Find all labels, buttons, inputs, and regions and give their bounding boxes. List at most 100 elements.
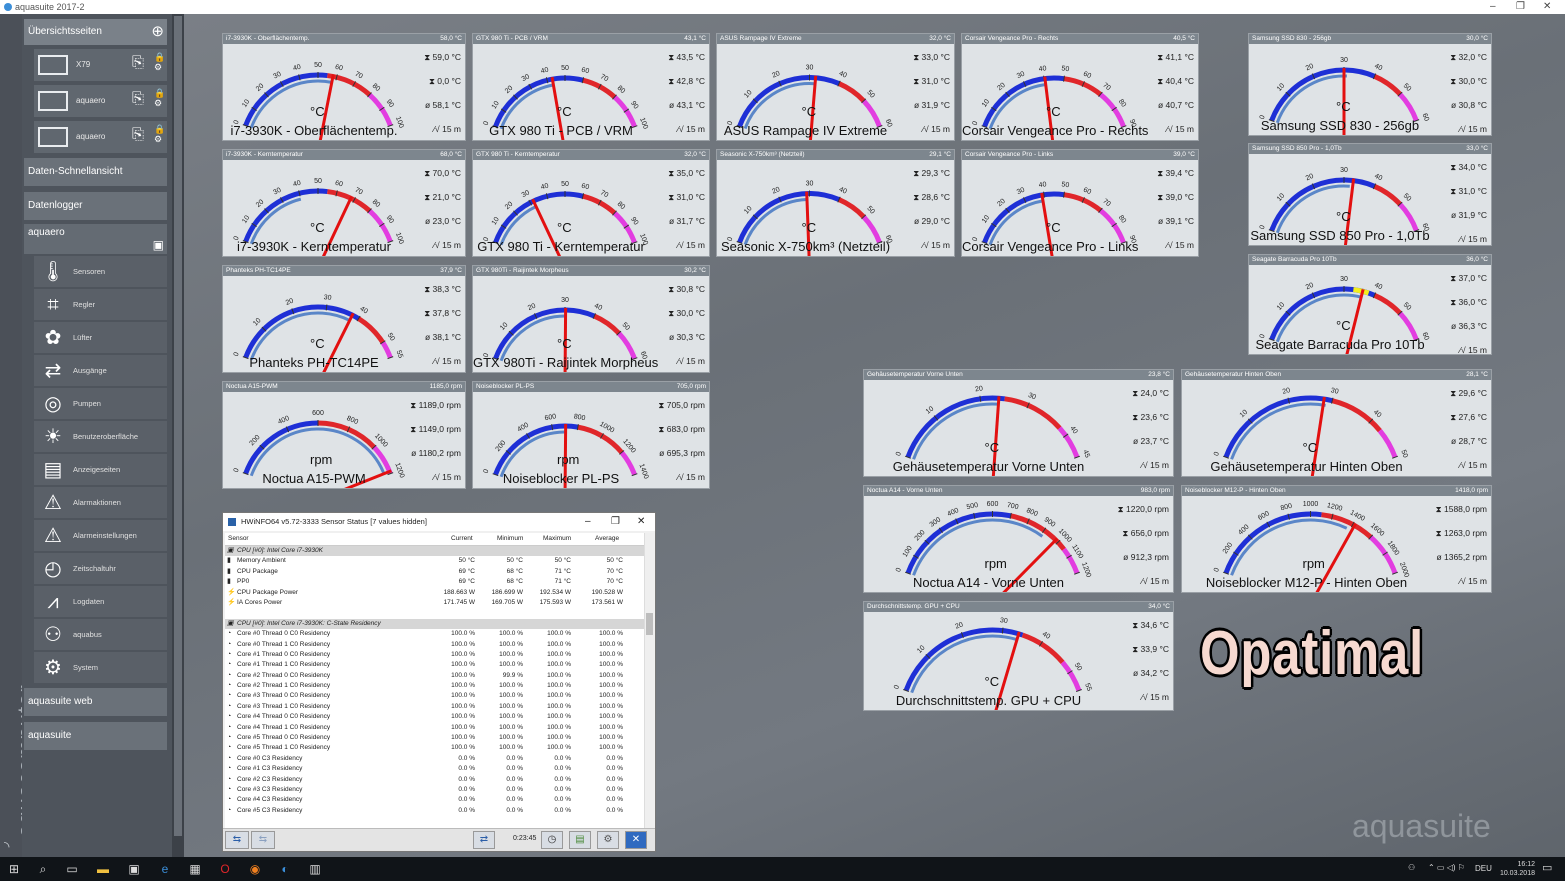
gauge-g19[interactable]: Noiseblocker M12-P - Hinten Oben 1418,0 r… (1181, 485, 1492, 593)
gauge-g13[interactable]: Seagate Barracuda Pro 10Tb 36,0 °C 0 10 20 30… (1248, 254, 1492, 355)
sensor-row[interactable]: Core #2 Thread 1 C0 Residency 100.0 % 100.… (225, 681, 645, 691)
opera-icon[interactable]: O (217, 861, 233, 877)
sensor-row[interactable]: Core #4 Thread 0 C0 Residency 100.0 % 100.… (225, 712, 645, 722)
notification-icon[interactable]: ▭ (1542, 861, 1552, 874)
sidebar-item-ausgänge[interactable]: ⇄ Ausgänge (34, 355, 167, 386)
nav-left-right-icon[interactable]: ⇆ (225, 831, 249, 849)
gauge-g3[interactable]: ASUS Rampage IV Extreme 32,0 °C 0 10 20 30 40 5… (716, 33, 955, 141)
log-add-icon[interactable]: ▤ (569, 831, 591, 849)
hwinfo-scroll-thumb[interactable] (646, 613, 653, 635)
sensor-row[interactable]: Core #5 C3 Residency 0.0 % 0.0 % 0.0 % 0.0 %… (225, 806, 645, 816)
lock-gear-icon[interactable]: 🔒 ⚙ (154, 88, 165, 108)
firefox-icon[interactable]: ◉ (247, 861, 263, 877)
col-current[interactable]: Current (451, 535, 473, 542)
close-button[interactable]: ✕ (1543, 0, 1551, 14)
hwinfo-taskbar-icon[interactable]: ▥ (307, 861, 323, 877)
gauge-g4[interactable]: Corsair Vengeance Pro - Rechts 40,5 °C 0 10… (961, 33, 1199, 141)
sensor-row[interactable]: PP0 69 °C 68 °C 71 °C 70 °C ▮ (225, 577, 645, 587)
app-icon-2[interactable]: ▣ (126, 861, 142, 877)
section-data-quickview[interactable]: Daten-Schnellansicht (24, 158, 167, 186)
sensor-row[interactable]: IA Cores Power 171.745 W 169.705 W 175.593 … (225, 598, 645, 608)
gauge-g15[interactable]: Noiseblocker PL-PS 705,0 rpm 0 200 400 600 800… (472, 381, 710, 489)
gauge-g10[interactable]: Samsung SSD 850 Pro - 1,0Tb 33,0 °C 0 10 20 3… (1248, 143, 1492, 246)
aquasuite-taskbar-icon[interactable]: ◐ (277, 861, 293, 877)
sensor-row[interactable]: Core #0 Thread 1 C0 Residency 100.0 % 100.… (225, 640, 645, 650)
sidebar-item-sensoren[interactable]: 🌡 Sensoren (34, 256, 167, 287)
sensor-row[interactable]: Core #2 Thread 0 C0 Residency 100.0 % 99.9… (225, 671, 645, 681)
section-overview-pages[interactable]: Übersichtsseiten ⊕ (24, 19, 167, 45)
sidebar-item-system[interactable]: ⚙ System (34, 652, 167, 683)
sensor-row[interactable]: CPU Package Power 188.663 W 186.699 W 192.5… (225, 588, 645, 598)
network-icon[interactable]: ⇄ (473, 831, 495, 849)
hwinfo-window[interactable]: HWiNFO64 v5.72-3333 Sensor Status [7 val… (222, 512, 656, 852)
device-item-x79[interactable]: X79 ⎘ 🔒 ⚙ (34, 49, 167, 81)
people-icon[interactable]: ⚇ (1408, 863, 1415, 872)
sensor-group-row[interactable]: CPU [#0]: Intel Core i7-3930K: C-State R… (225, 618, 645, 630)
maximize-button[interactable]: ❐ (1516, 0, 1525, 14)
explorer-icon[interactable]: ▬ (95, 861, 111, 877)
gauge-g12[interactable]: GTX 980Ti - Raijintek Morpheus 30,2 °C 0 10… (472, 265, 710, 373)
calculator-icon[interactable]: ▦ (187, 861, 203, 877)
start-icon[interactable]: ⊞ (6, 861, 22, 877)
gauge-g17[interactable]: Gehäusetemperatur Hinten Oben 28,1 °C 0 10 2… (1181, 369, 1492, 477)
col-average[interactable]: Average (595, 535, 619, 542)
sidebar-item-aquabus[interactable]: ⚇ aquabus (34, 619, 167, 650)
section-aquasuite-web[interactable]: aquasuite web (24, 688, 167, 716)
sensor-row[interactable]: Core #4 Thread 1 C0 Residency 100.0 % 100.… (225, 723, 645, 733)
col-sensor[interactable]: Sensor (228, 535, 249, 542)
col-minimum[interactable]: Minimum (497, 535, 523, 542)
sensor-row[interactable]: Core #1 Thread 0 C0 Residency 100.0 % 100.… (225, 650, 645, 660)
device-item-aquaero-2[interactable]: aquaero ⎘ 🔒 ⚙ (34, 121, 167, 153)
sensor-row[interactable] (225, 608, 645, 618)
gauge-g1[interactable]: i7-3930K - Oberflächentemp. 58,0 °C 0 10 20 3… (222, 33, 466, 141)
search-icon[interactable]: ⌕ (35, 861, 51, 877)
sidebar-item-logdaten[interactable]: ⩘ Logdaten (34, 586, 167, 617)
gauge-g8[interactable]: Seasonic X-750km³ (Netzteil) 29,1 °C 0 10 20… (716, 149, 955, 257)
sensor-row[interactable]: Core #5 Thread 0 C0 Residency 100.0 % 100.… (225, 733, 645, 743)
clock-icon[interactable]: ◷ (541, 831, 563, 849)
language-indicator[interactable]: DEU (1475, 864, 1492, 873)
settings-icon[interactable]: ⚙ (597, 831, 619, 849)
gauge-g16[interactable]: Gehäusetemperatur Vorne Unten 23,8 °C 0 10 2… (863, 369, 1174, 477)
page-settings-icon[interactable]: ⎘ (132, 90, 154, 112)
page-settings-icon[interactable]: ⎘ (132, 54, 154, 76)
gauge-g2[interactable]: GTX 980 Ti - PCB / VRM 43,1 °C 0 10 20 30 40 50… (472, 33, 710, 141)
gauge-g9[interactable]: Corsair Vengeance Pro - Links 39,0 °C 0 10 2… (961, 149, 1199, 257)
tray-icons[interactable]: ⌃ ▭ ◁) ⚐ (1428, 863, 1465, 872)
section-datalogger[interactable]: Datenlogger (24, 192, 167, 220)
hwinfo-minimize-button[interactable]: – (585, 513, 591, 531)
sensor-row[interactable]: Core #0 Thread 0 C0 Residency 100.0 % 100.… (225, 629, 645, 639)
gauge-g11[interactable]: Phanteks PH-TC14PE 37,9 °C 0 10 20 30 40 50 55 °C… (222, 265, 466, 373)
sensor-row[interactable]: Memory Ambient 50 °C 50 °C 50 °C 50 °C ▮ (225, 556, 645, 566)
sidebar-item-lüfter[interactable]: ✿ Lüfter (34, 322, 167, 353)
add-icon[interactable]: ⊕ (151, 19, 164, 45)
sensor-row[interactable]: Core #3 Thread 0 C0 Residency 100.0 % 100.… (225, 691, 645, 701)
hwinfo-titlebar[interactable]: HWiNFO64 v5.72-3333 Sensor Status [7 val… (223, 513, 655, 531)
device-item-aquaero-1[interactable]: aquaero ⎘ 🔒 ⚙ (34, 85, 167, 117)
nav-right-left-icon[interactable]: ⇆ (251, 831, 275, 849)
minimize-button[interactable]: – (1490, 0, 1496, 14)
rss-icon[interactable]: ◝ (4, 838, 9, 855)
section-aquaero[interactable]: aquaero ▣ (24, 224, 167, 254)
sensor-row[interactable]: Core #1 C3 Residency 0.0 % 0.0 % 0.0 % 0.0 %… (225, 764, 645, 774)
sensor-row[interactable]: CPU Package 69 °C 68 °C 71 °C 70 °C ▮ (225, 567, 645, 577)
sidebar-item-alarmaktionen[interactable]: ⚠ Alarmaktionen (34, 487, 167, 518)
sidebar-item-regler[interactable]: ⌗ Regler (34, 289, 167, 320)
task-view-icon[interactable]: ▭ (64, 861, 80, 877)
hwinfo-scrollbar[interactable] (644, 533, 654, 829)
gauge-g18[interactable]: Noctua A14 - Vorne Unten 983,0 rpm 0 100 200… (863, 485, 1174, 593)
sidebar-item-benutzeroberfläche[interactable]: ☀ Benutzeroberfläche (34, 421, 167, 452)
gauge-g7[interactable]: GTX 980 Ti - Kerntemperatur 32,0 °C 0 10 20 3… (472, 149, 710, 257)
sensor-row[interactable]: Core #2 C3 Residency 0.0 % 0.0 % 0.0 % 0.0 %… (225, 775, 645, 785)
sensor-row[interactable]: Core #0 C3 Residency 0.0 % 0.0 % 0.0 % 0.0 %… (225, 754, 645, 764)
gauge-g20[interactable]: Durchschnittstemp. GPU + CPU 34,0 °C 0 10 20… (863, 601, 1174, 711)
hwinfo-maximize-button[interactable]: ❐ (611, 513, 620, 531)
sidebar-item-alarmeinstellungen[interactable]: ⚠ Alarmeinstellungen (34, 520, 167, 551)
sensor-row[interactable]: Core #5 Thread 1 C0 Residency 100.0 % 100.… (225, 743, 645, 753)
sidebar-scroll-thumb[interactable] (174, 16, 182, 836)
sidebar-item-zeitschaltuhr[interactable]: ◴ Zeitschaltuhr (34, 553, 167, 584)
taskbar-clock[interactable]: 16:12 10.03.2018 (1500, 860, 1535, 878)
page-settings-icon[interactable]: ⎘ (132, 126, 154, 148)
hwinfo-sensor-list[interactable]: CPU [#0]: Intel Core i7-3930K ▣ Memory Amb… (225, 546, 645, 829)
gauge-g5[interactable]: Samsung SSD 830 - 256gb 30,0 °C 0 10 20 30 40 5… (1248, 33, 1492, 136)
